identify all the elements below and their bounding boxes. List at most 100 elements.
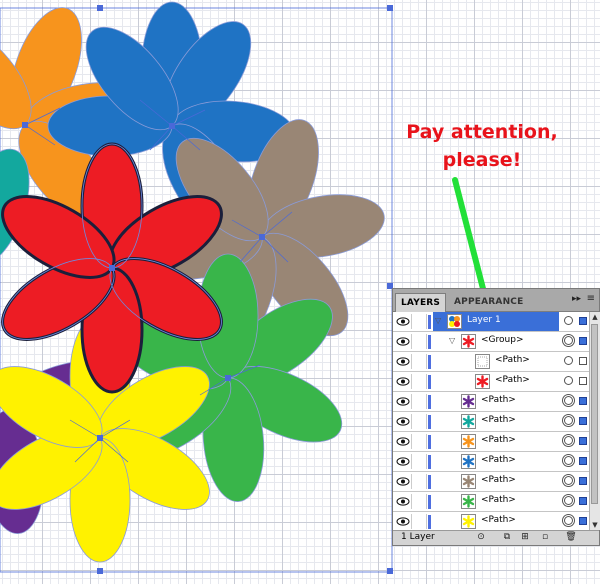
selection-indicator[interactable]: [579, 457, 587, 465]
layer-thumbnail: [475, 354, 490, 369]
layer-color-bar: [428, 455, 431, 469]
selection-indicator[interactable]: [579, 417, 587, 425]
lock-toggle[interactable]: [412, 374, 427, 389]
lock-toggle[interactable]: [412, 334, 427, 349]
layer-color-bar: [428, 435, 431, 449]
target-circle-icon[interactable]: [564, 456, 573, 465]
layer-row-main[interactable]: <Path>: [433, 392, 559, 411]
target-circle-icon[interactable]: [564, 356, 573, 365]
eye-icon[interactable]: [395, 334, 412, 349]
eye-icon[interactable]: [395, 514, 412, 529]
target-circle-icon[interactable]: [564, 496, 573, 505]
layer-color-bar: [428, 375, 431, 389]
sublayer-row[interactable]: <Path>: [393, 452, 589, 472]
lock-toggle[interactable]: [412, 474, 427, 489]
double-chevron-right-icon[interactable]: ▸▸: [572, 294, 581, 304]
sublayer-row[interactable]: <Path>: [393, 352, 589, 372]
target-circle-icon[interactable]: [564, 476, 573, 485]
scroll-thumb[interactable]: [591, 324, 598, 504]
layer-row-main[interactable]: ▽ <Group>: [433, 332, 559, 351]
new-sublayer-icon[interactable]: ⊞: [519, 532, 531, 543]
disclosure-triangle-icon[interactable]: ▽: [449, 336, 455, 345]
layer-row-main[interactable]: <Path>: [433, 452, 559, 471]
trash-icon[interactable]: 🗑: [565, 532, 577, 543]
layer-row-main[interactable]: <Path>: [433, 372, 559, 391]
scroll-down-arrow-icon[interactable]: ▼: [590, 520, 600, 530]
target-circle-icon[interactable]: [564, 376, 573, 385]
selection-indicator[interactable]: [579, 337, 587, 345]
lock-toggle[interactable]: [412, 434, 427, 449]
layer-color-bar: [428, 395, 431, 409]
target-circle-icon[interactable]: [564, 436, 573, 445]
layer-color-bar: [428, 355, 431, 369]
lock-toggle[interactable]: [412, 514, 427, 529]
layer-thumbnail: [461, 334, 476, 349]
target-circle-icon[interactable]: [564, 316, 573, 325]
eye-icon[interactable]: [395, 474, 412, 489]
layer-thumbnail: [461, 414, 476, 429]
locate-object-icon[interactable]: ⊙: [475, 532, 487, 543]
layer-row-main[interactable]: <Path>: [433, 412, 559, 431]
layer-thumbnail: [461, 434, 476, 449]
lock-toggle[interactable]: [412, 454, 427, 469]
eye-icon[interactable]: [395, 354, 412, 369]
annotation-line-2: please!: [442, 149, 522, 171]
target-circle-icon[interactable]: [564, 516, 573, 525]
disclosure-triangle-icon[interactable]: ▽: [435, 316, 441, 325]
target-circle-icon[interactable]: [564, 416, 573, 425]
sublayer-row[interactable]: <Path>: [393, 372, 589, 392]
selection-indicator[interactable]: [579, 497, 587, 505]
lock-toggle[interactable]: [412, 414, 427, 429]
make-clipping-mask-icon[interactable]: ⧉: [501, 532, 513, 543]
eye-icon[interactable]: [395, 434, 412, 449]
eye-icon[interactable]: [395, 454, 412, 469]
layer-color-bar: [428, 475, 431, 489]
selection-indicator[interactable]: [579, 477, 587, 485]
layer-row-main[interactable]: <Path>: [433, 352, 559, 371]
scroll-up-arrow-icon[interactable]: ▲: [590, 312, 600, 322]
layer-name: <Group>: [481, 335, 524, 345]
sublayer-row[interactable]: <Path>: [393, 492, 589, 512]
layer-name: <Path>: [481, 455, 516, 465]
sublayer-row[interactable]: ▽ <Group>: [393, 332, 589, 352]
target-circle-icon[interactable]: [564, 336, 573, 345]
layer-row-main[interactable]: <Path>: [433, 512, 559, 530]
tab-layers[interactable]: LAYERS: [395, 293, 447, 312]
layer-thumbnail: [461, 474, 476, 489]
sublayer-row[interactable]: <Path>: [393, 472, 589, 492]
target-circle-icon[interactable]: [564, 396, 573, 405]
selection-indicator[interactable]: [579, 317, 587, 325]
layer-count: 1 Layer: [401, 532, 435, 542]
selection-indicator[interactable]: [579, 397, 587, 405]
eye-icon[interactable]: [395, 494, 412, 509]
sublayer-row[interactable]: <Path>: [393, 512, 589, 530]
eye-icon[interactable]: [395, 414, 412, 429]
layer-row-main[interactable]: <Path>: [433, 492, 559, 511]
lock-toggle[interactable]: [412, 354, 427, 369]
lock-toggle[interactable]: [412, 394, 427, 409]
new-layer-icon[interactable]: ▫: [539, 532, 551, 543]
layers-scrollbar[interactable]: ▲ ▼: [589, 312, 600, 530]
lock-toggle[interactable]: [412, 314, 427, 329]
layers-list[interactable]: ▽ Layer 1 ▽ <Group> <Path> <Path> <Path> <Path>…: [393, 312, 589, 530]
layer-row-main[interactable]: <Path>: [433, 432, 559, 451]
eye-icon[interactable]: [395, 314, 412, 329]
panel-options-icon[interactable]: ≡: [587, 293, 595, 304]
layer-row-main[interactable]: ▽ Layer 1: [433, 312, 559, 331]
selection-indicator[interactable]: [579, 517, 587, 525]
sublayer-row[interactable]: <Path>: [393, 392, 589, 412]
selection-indicator[interactable]: [579, 357, 587, 365]
layer-row-main[interactable]: <Path>: [433, 472, 559, 491]
eye-icon[interactable]: [395, 374, 412, 389]
sublayer-row[interactable]: <Path>: [393, 432, 589, 452]
layer-name: <Path>: [481, 495, 516, 505]
tab-appearance[interactable]: APPEARANCE: [449, 293, 528, 311]
layer-color-bar: [428, 495, 431, 509]
lock-toggle[interactable]: [412, 494, 427, 509]
eye-icon[interactable]: [395, 394, 412, 409]
selection-indicator[interactable]: [579, 377, 587, 385]
sublayer-row[interactable]: <Path>: [393, 412, 589, 432]
layers-panel[interactable]: LAYERS APPEARANCE ▸▸ ≡ ▽ Layer 1 ▽ <Group> <…: [392, 288, 600, 546]
layer-row[interactable]: ▽ Layer 1: [393, 312, 589, 332]
selection-indicator[interactable]: [579, 437, 587, 445]
